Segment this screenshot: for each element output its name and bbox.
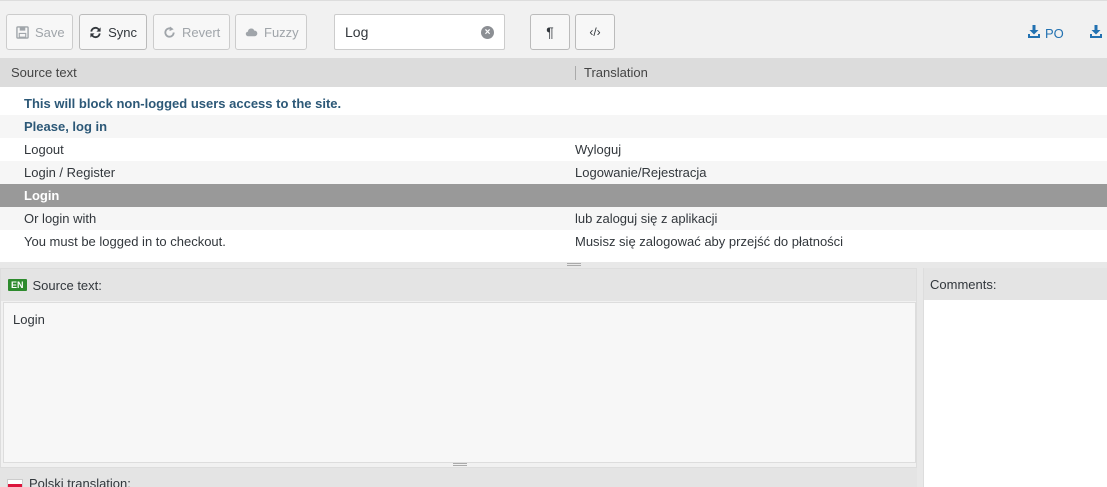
message-list: This will block non-logged users access … (0, 87, 1107, 262)
source-text-value: Login (13, 312, 45, 327)
row-source-text: Please, log in (24, 119, 108, 134)
sync-label: Sync (108, 24, 137, 40)
toggle-code-view-button[interactable]: ‹/› (575, 14, 615, 50)
grid-header: Source text Translation (0, 58, 1107, 87)
fuzzy-button[interactable]: Fuzzy (235, 14, 307, 50)
floppy-disk-icon (16, 25, 29, 39)
translation-panel: Polski translation: (0, 468, 917, 487)
toggle-invisibles-button[interactable]: ¶ (530, 14, 570, 50)
row-source-text: Login / Register (24, 165, 116, 180)
translation-panel-header: Polski translation: (7, 476, 131, 487)
language-badge: EN (8, 279, 27, 291)
row-source-text: You must be logged in to checkout. (24, 234, 226, 249)
refresh-icon (89, 25, 102, 39)
revert-icon (163, 25, 176, 39)
message-row-selected[interactable]: Login (0, 184, 1107, 207)
column-header-translation[interactable]: Translation (584, 65, 648, 80)
message-row[interactable]: This will block non-logged users access … (0, 92, 1107, 115)
download-more-link[interactable] (1090, 25, 1102, 41)
translation-panel-title: Polski translation: (29, 476, 131, 487)
row-source-text: Logout (24, 142, 64, 157)
download-icon (1090, 25, 1102, 41)
polish-flag-icon (7, 478, 23, 487)
revert-button[interactable]: Revert (153, 14, 230, 50)
grip-icon (567, 263, 581, 266)
download-icon (1028, 25, 1040, 41)
message-row[interactable]: Logout Wyloguj (0, 138, 1107, 161)
source-text-field[interactable]: Login (3, 302, 916, 463)
code-icon: ‹/› (589, 25, 601, 39)
sync-button[interactable]: Sync (79, 14, 147, 50)
row-source-text: Or login with (24, 211, 97, 226)
clear-search-icon[interactable]: × (481, 26, 494, 39)
comments-panel: Comments: (923, 268, 1107, 487)
download-po-link[interactable]: PO (1028, 25, 1064, 41)
row-translation-text: Wyloguj (575, 142, 622, 157)
cloud-icon (245, 25, 258, 39)
po-label: PO (1045, 25, 1064, 41)
search-input[interactable] (345, 24, 475, 40)
message-row[interactable]: Login / Register Logowanie/Rejestracja (0, 161, 1107, 184)
save-button[interactable]: Save (6, 14, 73, 50)
pilcrow-icon: ¶ (546, 24, 554, 40)
row-translation-text: Logowanie/Rejestracja (575, 165, 707, 180)
row-translation-text: lub zaloguj się z aplikacji (575, 211, 718, 226)
row-source-text: Login (24, 188, 60, 203)
message-row[interactable]: Please, log in (0, 115, 1107, 138)
editor-toolbar: Save Sync Revert Fuzzy × ¶ ‹/› PO (0, 0, 1107, 58)
grip-icon[interactable] (453, 463, 467, 466)
search-box: × (334, 14, 505, 50)
source-panel-header: EN Source text: (1, 269, 916, 301)
message-row[interactable]: Or login with lub zaloguj się z aplikacj… (0, 207, 1107, 230)
column-resize-handle[interactable] (575, 66, 576, 80)
row-translation-text: Musisz się zalogować aby przejść do płat… (575, 234, 844, 249)
source-panel-title: Source text: (32, 277, 102, 293)
column-header-source[interactable]: Source text (11, 65, 77, 80)
source-panel: EN Source text: Login (0, 268, 917, 468)
message-row[interactable]: You must be logged in to checkout. Musis… (0, 230, 1107, 253)
fuzzy-label: Fuzzy (264, 24, 299, 40)
revert-label: Revert (182, 24, 221, 40)
save-label: Save (35, 24, 65, 40)
comments-panel-title: Comments: (930, 276, 997, 292)
comments-panel-header: Comments: (924, 268, 1107, 300)
row-source-text: This will block non-logged users access … (24, 96, 342, 111)
